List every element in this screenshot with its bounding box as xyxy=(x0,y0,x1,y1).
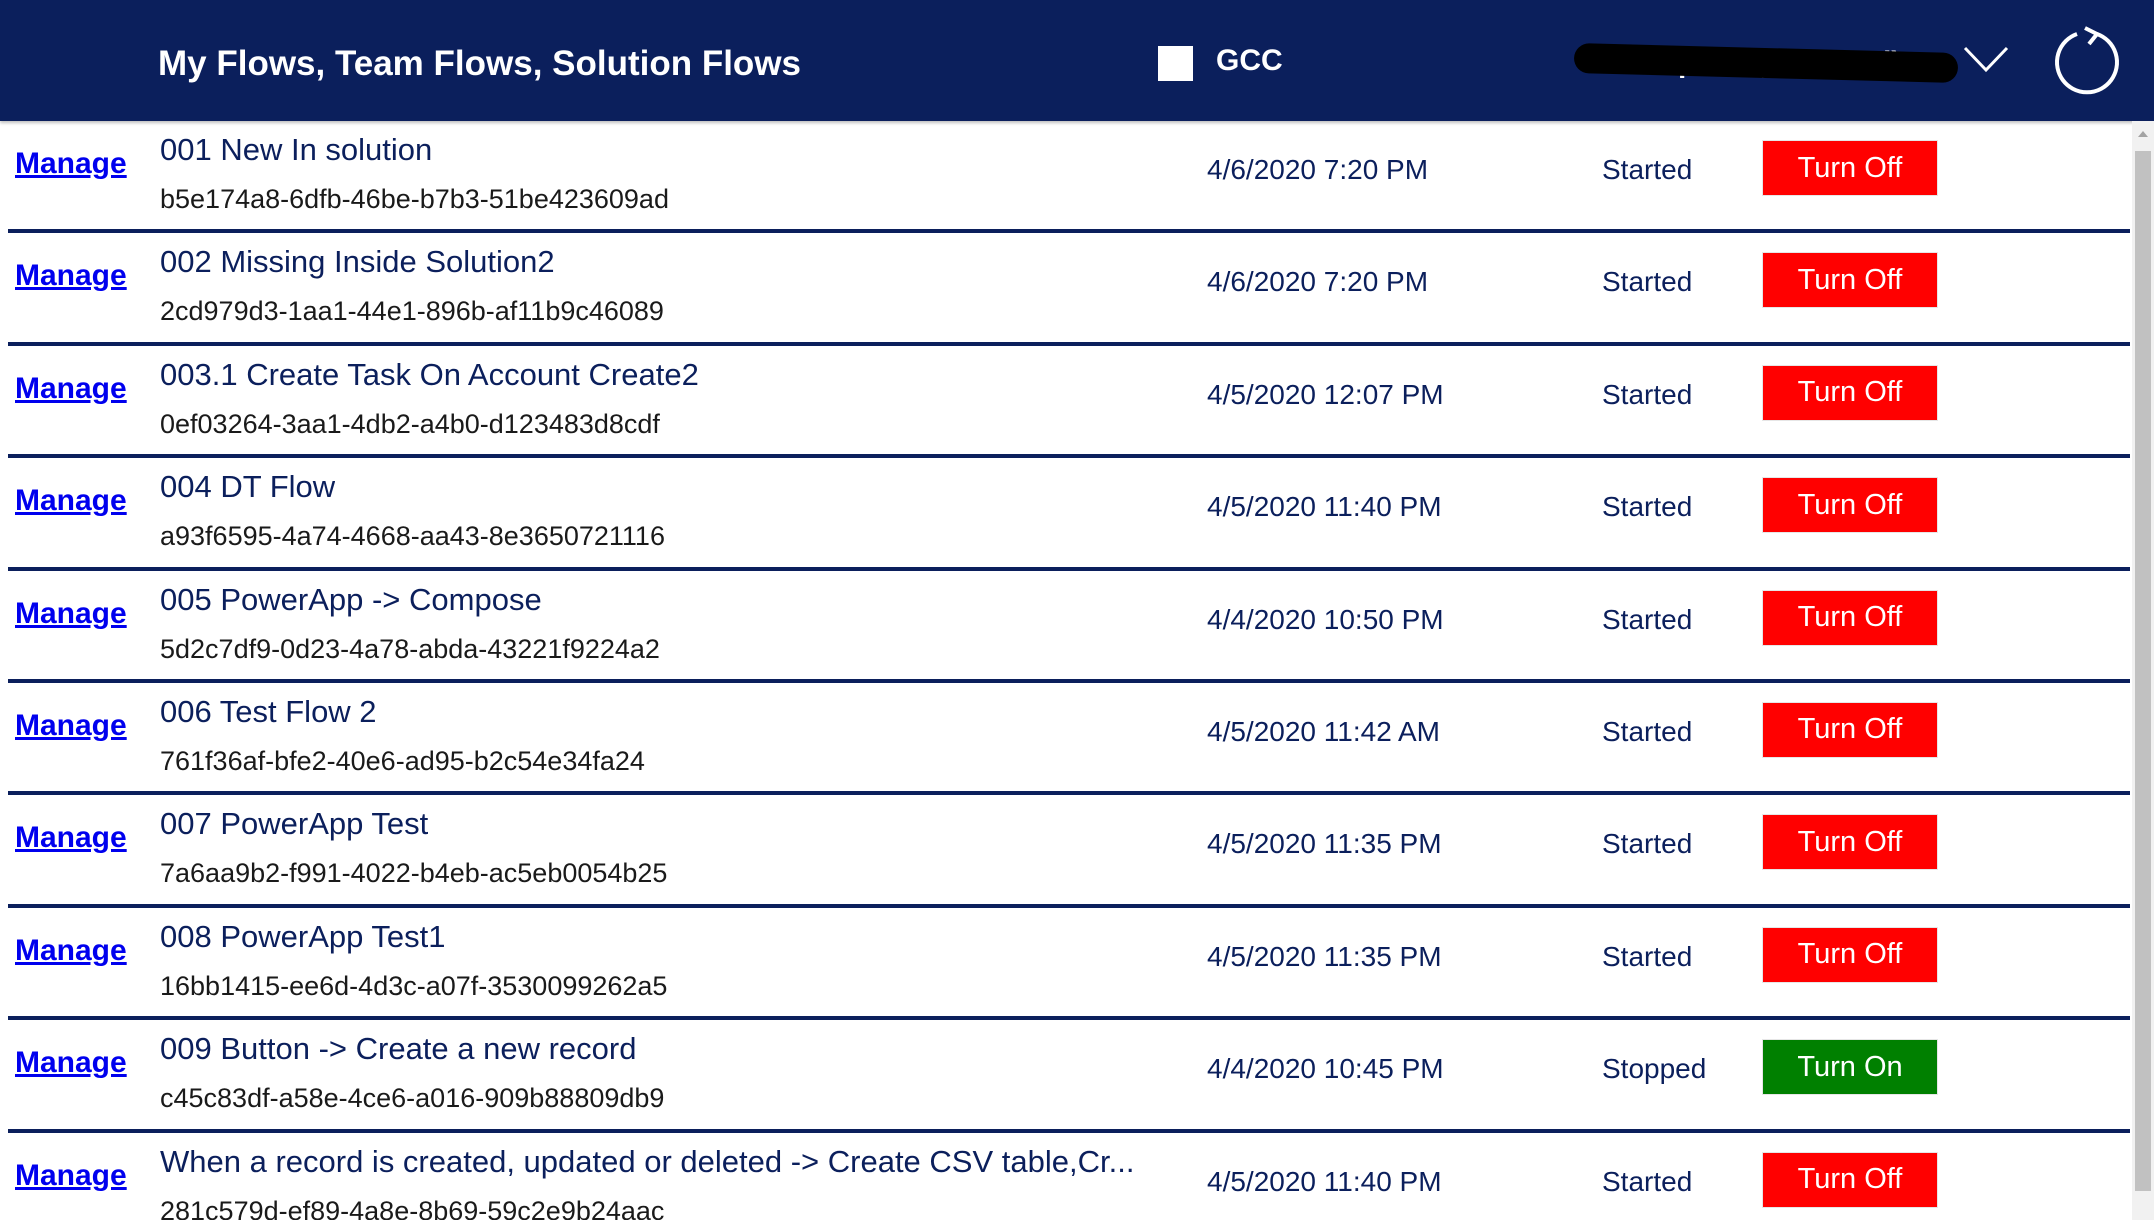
flow-row: Manage 004 DT Flow a93f6595-4a74-4668-aa… xyxy=(0,458,2130,571)
flow-row: Manage 003.1 Create Task On Account Crea… xyxy=(0,346,2130,459)
manage-link[interactable]: Manage xyxy=(15,597,127,631)
flow-status: Started xyxy=(1602,1165,1693,1197)
manage-link[interactable]: Manage xyxy=(15,934,127,968)
manage-link[interactable]: Manage xyxy=(15,259,127,293)
flow-id: 16bb1415-ee6d-4d3c-a07f-3530099262a5 xyxy=(160,970,668,1001)
chevron-down-icon[interactable] xyxy=(1962,44,2010,74)
toggle-flow-button[interactable]: Turn Off xyxy=(1762,701,1938,758)
flow-list: Manage 001 New In solution b5e174a8-6dfb… xyxy=(0,121,2130,1220)
manage-link[interactable]: Manage xyxy=(15,709,127,743)
flow-name: 006 Test Flow 2 xyxy=(160,693,377,729)
environment-dropdown[interactable]: Lookup Inc (redacted) xyxy=(1570,40,2010,90)
flow-status: Started xyxy=(1602,491,1693,523)
toggle-flow-button[interactable]: Turn Off xyxy=(1762,589,1938,646)
gcc-label: GCC xyxy=(1216,44,1283,77)
toggle-flow-button[interactable]: Turn Off xyxy=(1762,814,1938,871)
flow-modified-date: 4/5/2020 12:07 PM xyxy=(1207,378,1444,410)
flow-id: b5e174a8-6dfb-46be-b7b3-51be423609ad xyxy=(160,184,669,214)
toggle-flow-button[interactable]: Turn On xyxy=(1762,1039,1938,1096)
flow-id: 5d2c7df9-0d23-4a78-abda-43221f9224a2 xyxy=(160,633,660,664)
flow-name: 009 Button -> Create a new record xyxy=(160,1031,637,1067)
flow-modified-date: 4/6/2020 7:20 PM xyxy=(1207,266,1429,298)
flow-name: When a record is created, updated or del… xyxy=(160,1143,1135,1179)
manage-link[interactable]: Manage xyxy=(15,1159,127,1193)
flow-status: Started xyxy=(1602,266,1693,298)
flow-row: Manage 006 Test Flow 2 761f36af-bfe2-40e… xyxy=(0,683,2130,796)
flow-status: Started xyxy=(1602,828,1693,860)
flow-status: Started xyxy=(1602,603,1693,635)
flow-status: Started xyxy=(1602,154,1693,185)
vertical-scrollbar[interactable] xyxy=(2132,121,2154,1220)
flow-modified-date: 4/6/2020 7:20 PM xyxy=(1207,154,1429,185)
flow-modified-date: 4/4/2020 10:45 PM xyxy=(1207,1053,1444,1085)
flow-id: 0ef03264-3aa1-4db2-a4b0-d123483d8cdf xyxy=(160,408,660,439)
flow-id: 7a6aa9b2-f991-4022-b4eb-ac5eb0054b25 xyxy=(160,858,668,889)
flow-modified-date: 4/5/2020 11:40 PM xyxy=(1207,1165,1442,1197)
flow-row: Manage 005 PowerApp -> Compose 5d2c7df9-… xyxy=(0,571,2130,683)
flow-status: Stopped xyxy=(1602,1053,1707,1085)
gcc-checkbox[interactable] xyxy=(1158,46,1193,81)
header-bar: My Flows, Team Flows, Solution Flows GCC… xyxy=(0,0,2154,121)
flow-id: 761f36af-bfe2-40e6-ad95-b2c54e34fa24 xyxy=(160,745,645,776)
flow-name: 003.1 Create Task On Account Create2 xyxy=(160,356,699,392)
toggle-flow-button[interactable]: Turn Off xyxy=(1762,926,1938,983)
manage-link[interactable]: Manage xyxy=(15,1046,127,1080)
toggle-flow-button[interactable]: Turn Off xyxy=(1762,477,1938,534)
flow-id: 281c579d-ef89-4a8e-8b69-59c2e9b24aac xyxy=(160,1195,665,1220)
manage-link[interactable]: Manage xyxy=(15,147,127,181)
flow-row: Manage 002 Missing Inside Solution2 2cd9… xyxy=(0,233,2130,346)
flow-row: Manage 001 New In solution b5e174a8-6dfb… xyxy=(0,121,2130,234)
page-title: My Flows, Team Flows, Solution Flows xyxy=(158,44,802,83)
flow-modified-date: 4/5/2020 11:35 PM xyxy=(1207,940,1442,972)
scrollbar-thumb[interactable] xyxy=(2135,151,2151,1191)
flow-manager-app: My Flows, Team Flows, Solution Flows GCC… xyxy=(0,0,2154,1220)
flow-modified-date: 4/4/2020 10:50 PM xyxy=(1207,603,1444,635)
flow-id: a93f6595-4a74-4668-aa43-8e3650721116 xyxy=(160,521,665,552)
flow-id: 2cd979d3-1aa1-44e1-896b-af11b9c46089 xyxy=(160,296,664,327)
toggle-flow-button[interactable]: Turn Off xyxy=(1762,364,1938,421)
manage-link[interactable]: Manage xyxy=(15,821,127,855)
flow-modified-date: 4/5/2020 11:40 PM xyxy=(1207,491,1442,523)
refresh-icon[interactable] xyxy=(2052,26,2122,96)
flow-name: 005 PowerApp -> Compose xyxy=(160,581,542,617)
flow-row: Manage 008 PowerApp Test1 16bb1415-ee6d-… xyxy=(0,908,2130,1021)
flow-status: Started xyxy=(1602,940,1693,972)
flow-row: Manage When a record is created, updated… xyxy=(0,1133,2130,1220)
toggle-flow-button[interactable]: Turn Off xyxy=(1762,1151,1938,1208)
flow-id: c45c83df-a58e-4ce6-a016-909b88809db9 xyxy=(160,1083,665,1114)
flow-modified-date: 4/5/2020 11:35 PM xyxy=(1207,828,1442,860)
flow-modified-date: 4/5/2020 11:42 AM xyxy=(1207,715,1440,747)
flow-name: 007 PowerApp Test xyxy=(160,806,429,842)
flow-name: 004 DT Flow xyxy=(160,469,336,505)
manage-link[interactable]: Manage xyxy=(15,484,127,518)
flow-status: Started xyxy=(1602,378,1693,410)
flow-name: 001 New In solution xyxy=(160,132,433,167)
scroll-up-arrow-icon[interactable] xyxy=(2138,131,2148,137)
flow-status: Started xyxy=(1602,715,1693,747)
flow-row: Manage 007 PowerApp Test 7a6aa9b2-f991-4… xyxy=(0,795,2130,908)
flow-row: Manage 009 Button -> Create a new record… xyxy=(0,1020,2130,1133)
toggle-flow-button[interactable]: Turn Off xyxy=(1762,252,1938,309)
toggle-flow-button[interactable]: Turn Off xyxy=(1762,140,1938,196)
manage-link[interactable]: Manage xyxy=(15,372,127,406)
flow-name: 002 Missing Inside Solution2 xyxy=(160,244,555,280)
flow-name: 008 PowerApp Test1 xyxy=(160,918,446,954)
